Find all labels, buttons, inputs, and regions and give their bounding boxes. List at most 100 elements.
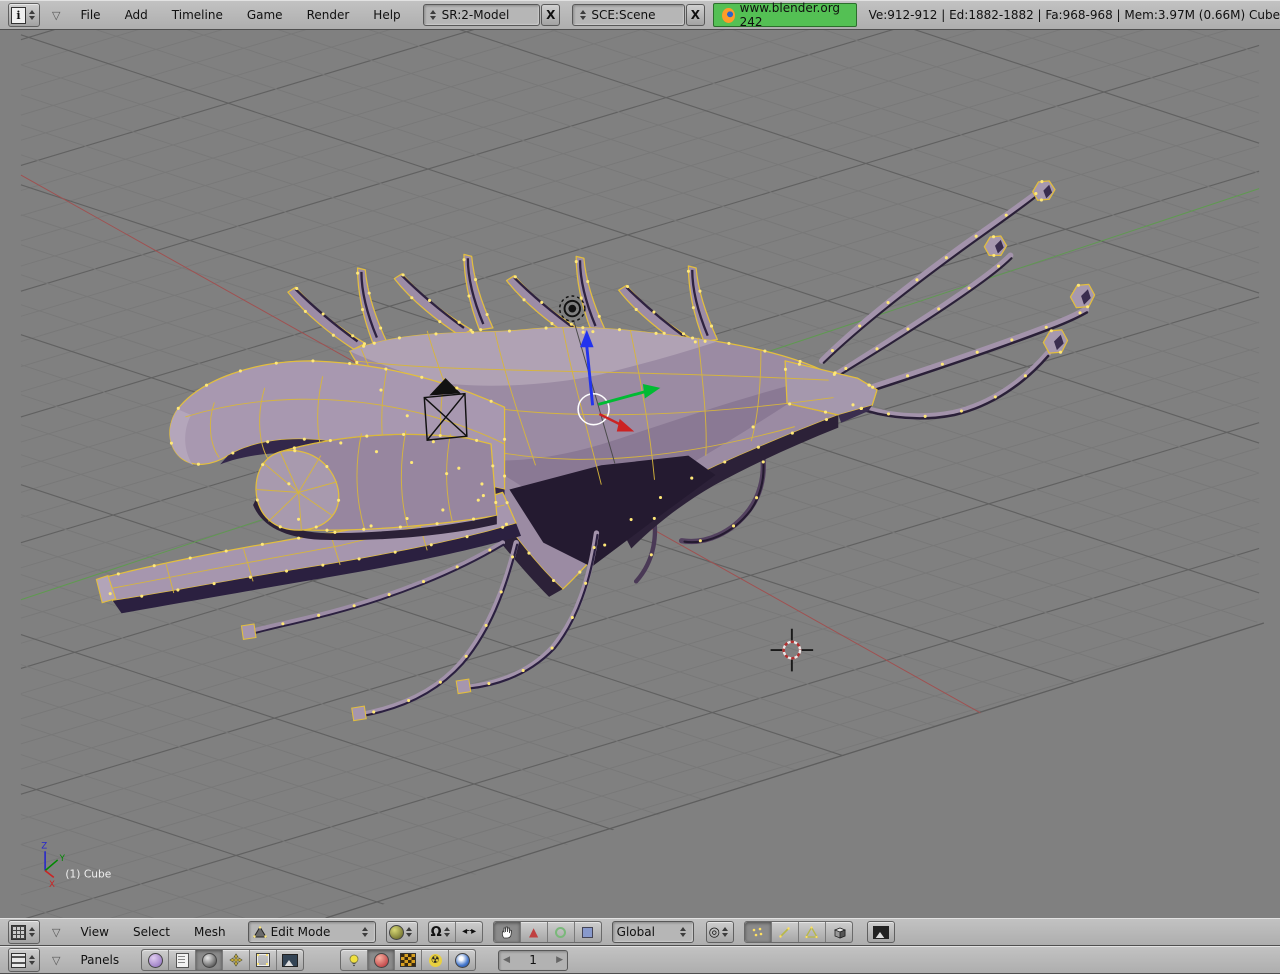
edge-select-icon: [778, 926, 791, 939]
world-subcontext-button[interactable]: [449, 950, 475, 970]
face-select-icon: [805, 926, 818, 939]
scale-manipulator-button[interactable]: [575, 922, 601, 942]
scene-stats: Ve:912-912 | Ed:1882-1882 | Fa:968-968 |…: [869, 8, 1280, 22]
proportional-dropdown[interactable]: ◎: [706, 921, 734, 943]
collapse-triangle-icon[interactable]: ▽: [52, 9, 60, 22]
orientation-dropdown[interactable]: Global: [612, 921, 694, 943]
active-object-label: (1) Cube: [65, 867, 111, 880]
menu-view[interactable]: View: [80, 925, 108, 939]
scene-close-button[interactable]: X: [686, 4, 705, 26]
context-group: [141, 949, 304, 971]
frame-next-icon[interactable]: ▶: [556, 955, 563, 965]
menu-timeline[interactable]: Timeline: [172, 8, 223, 22]
mode-dropdown-value: Edit Mode: [271, 925, 331, 939]
info-window-type-icon: i: [11, 7, 26, 24]
shading-sphere-icon: [389, 925, 404, 940]
menu-game[interactable]: Game: [247, 8, 283, 22]
manipulator-group: ▲: [493, 921, 602, 943]
screen-close-button[interactable]: X: [541, 4, 560, 26]
blender-logo-icon: [722, 8, 735, 23]
scene-context-button[interactable]: [277, 950, 303, 970]
pivot-rotation-icon: Ω: [431, 926, 442, 939]
stepper-icon: [443, 925, 452, 939]
radiosity-subcontext-button[interactable]: ☢: [422, 950, 449, 970]
rotate-icon: [555, 927, 566, 938]
grid-edge: [326, 623, 1264, 918]
buttons-header: ▽ Panels: [0, 946, 1280, 974]
menu-render[interactable]: Render: [307, 8, 350, 22]
menu-file[interactable]: File: [80, 8, 100, 22]
draw-type-dropdown[interactable]: [386, 921, 418, 943]
world-icon: [455, 953, 470, 968]
edge-select-button[interactable]: [772, 922, 799, 942]
rotate-manipulator-button[interactable]: [548, 922, 575, 942]
shading-context-button[interactable]: [196, 950, 223, 970]
texture-icon: [400, 953, 416, 967]
gizmo-x-label: X: [49, 880, 55, 890]
screen-selector[interactable]: SR:2-Model: [423, 4, 541, 26]
scene-selector-value: SCE:Scene: [591, 8, 655, 22]
vertex-select-icon: [751, 926, 764, 939]
texture-subcontext-button[interactable]: [395, 950, 422, 970]
logic-icon: [148, 953, 163, 968]
scene-selector[interactable]: SCE:Scene: [572, 4, 684, 26]
orientation-value: Global: [617, 925, 655, 939]
render-preview-button[interactable]: [867, 921, 895, 943]
stepper-icon: [679, 925, 688, 939]
window-type-button[interactable]: i: [8, 3, 40, 27]
occlude-geometry-icon: [832, 925, 846, 939]
material-icon: [374, 953, 389, 968]
view3d-header: ▽ View Select Mesh Edit Mode Ω ◂╌▸: [0, 918, 1280, 946]
screen-selector-value: SR:2-Model: [442, 8, 510, 22]
stepper-icon[interactable]: [429, 8, 438, 22]
scene-icon: [282, 954, 298, 967]
scale-icon: [582, 927, 593, 938]
menu-mesh[interactable]: Mesh: [194, 925, 226, 939]
occlude-geometry-button[interactable]: [826, 922, 852, 942]
face-select-button[interactable]: [799, 922, 826, 942]
frame-number-field[interactable]: ◀ 1 ▶: [498, 950, 568, 971]
collapse-triangle-icon[interactable]: ▽: [52, 954, 60, 967]
window-type-button[interactable]: [8, 920, 40, 944]
mode-dropdown[interactable]: Edit Mode: [248, 921, 376, 943]
lamp-subcontext-button[interactable]: [341, 950, 368, 970]
collapse-triangle-icon[interactable]: ▽: [52, 926, 60, 939]
logic-context-button[interactable]: [142, 950, 169, 970]
stepper-icon[interactable]: [578, 8, 587, 22]
pivot-center-toggle[interactable]: ◂╌▸: [456, 922, 482, 942]
manipulator-toggle-button[interactable]: [494, 922, 521, 942]
menu-help[interactable]: Help: [373, 8, 400, 22]
editing-context-button[interactable]: [250, 950, 277, 970]
translate-icon: ▲: [529, 926, 538, 938]
version-button[interactable]: www.blender.org 242: [713, 3, 857, 27]
stepper-icon: [27, 8, 36, 22]
stepper-icon: [405, 925, 414, 939]
pivot-group: Ω ◂╌▸: [428, 921, 483, 943]
pivot-dropdown[interactable]: Ω: [429, 922, 456, 942]
select-mode-group: [744, 921, 853, 943]
stepper-icon: [721, 925, 730, 939]
frame-number-value: 1: [529, 953, 537, 967]
material-subcontext-button[interactable]: [368, 950, 395, 970]
window-type-button[interactable]: [8, 948, 40, 972]
script-icon: [176, 953, 189, 968]
grid-window-type-icon: [11, 925, 26, 940]
lamp-icon: [347, 953, 361, 967]
shading-subcontext-group: ☢: [340, 949, 476, 971]
proportional-spread-icon: ◂╌▸: [462, 927, 475, 937]
translate-manipulator-button[interactable]: ▲: [521, 922, 548, 942]
version-label: www.blender.org 242: [740, 1, 848, 29]
menu-add[interactable]: Add: [125, 8, 148, 22]
editmode-icon: [253, 926, 267, 938]
vertex-select-button[interactable]: [745, 922, 772, 942]
editing-icon: [257, 954, 269, 966]
frame-prev-icon[interactable]: ◀: [503, 955, 510, 965]
buttons-window-type-icon: [11, 953, 26, 968]
object-context-button[interactable]: [223, 950, 250, 970]
menu-panels[interactable]: Panels: [80, 953, 119, 967]
shading-icon: [202, 953, 217, 968]
proportional-falloff-icon: ◎: [709, 926, 720, 939]
3d-viewport[interactable]: Z Y X (1) Cube: [0, 30, 1280, 918]
script-context-button[interactable]: [169, 950, 196, 970]
menu-select[interactable]: Select: [133, 925, 170, 939]
